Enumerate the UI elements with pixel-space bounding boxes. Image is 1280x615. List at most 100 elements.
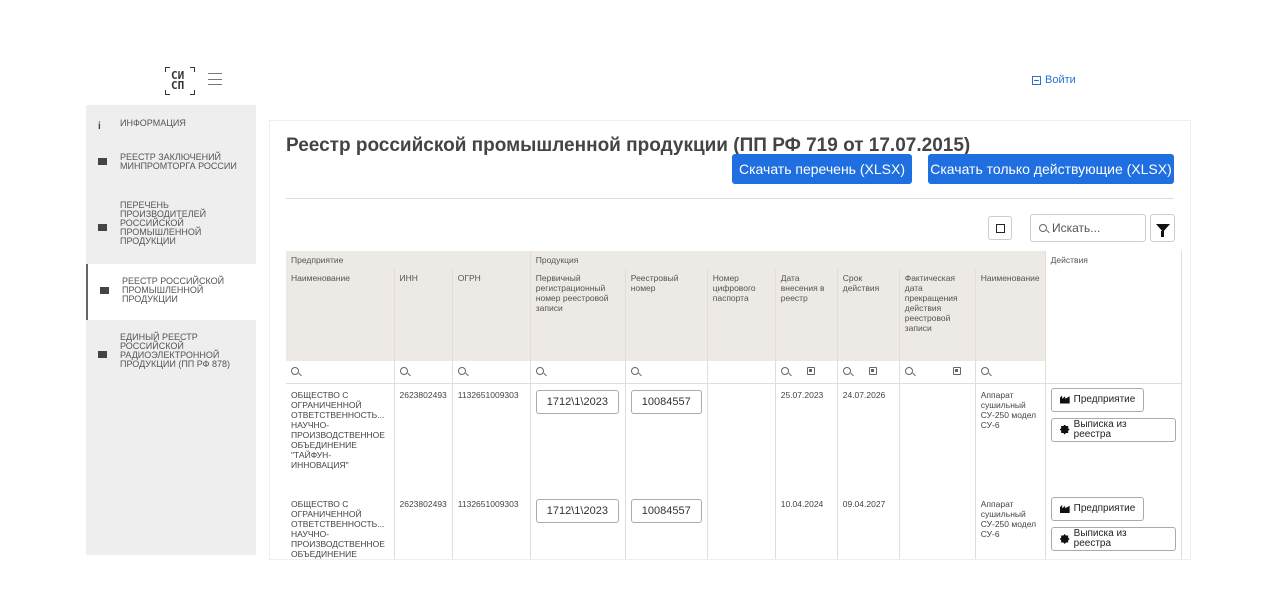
column-filter	[707, 361, 776, 384]
book-icon	[98, 224, 107, 231]
book-icon	[100, 287, 109, 294]
primary-number-button[interactable]: 1712\1\2023	[535, 499, 619, 523]
cell-added-date: 25.07.2023	[775, 383, 838, 493]
sidebar-item-label: ПЕРЕЧЕНЬ ПРОИЗВОДИТЕЛЕЙ РОССИЙСКОЙ ПРОМЫ…	[120, 200, 207, 246]
column-header[interactable]: Номер цифрового паспорта	[707, 269, 776, 361]
filter-icon	[1155, 224, 1170, 237]
column-header[interactable]: Фактическая дата прекращения действия ре…	[899, 269, 976, 361]
registry-number-button[interactable]: 10084557	[630, 389, 702, 414]
column-header[interactable]: Реестровый номер	[625, 269, 708, 361]
enterprise-button[interactable]: Предприятие	[1050, 387, 1145, 412]
login-icon	[1032, 75, 1041, 85]
search-icon	[1039, 224, 1047, 232]
column-header[interactable]: Первичный регистрационный номер реестров…	[530, 269, 626, 361]
column-header[interactable]: ИНН	[394, 269, 453, 361]
calendar-icon[interactable]	[868, 367, 877, 375]
factory-icon	[1059, 505, 1070, 513]
cell-inn: 2623802493	[394, 493, 453, 559]
registry-extract-button[interactable]: Выписка из реестра	[1050, 527, 1176, 551]
login-link[interactable]: Войти	[1032, 74, 1076, 86]
divider	[286, 198, 1174, 199]
top-bar: СИ СП Войти	[0, 0, 1280, 105]
enterprise-button-label: Предприятие	[1073, 393, 1136, 405]
cell-passport	[707, 493, 776, 559]
table-row: ОБЩЕСТВО С ОГРАНИЧЕННОЙ ОТВЕТСТВЕННОСТЬ.…	[286, 493, 1182, 559]
group-header-enterprise: Предприятие	[286, 251, 531, 269]
cell-valid-date: 24.07.2026	[837, 383, 900, 493]
calendar-icon[interactable]	[806, 367, 815, 375]
search-icon	[291, 367, 299, 375]
search-icon	[457, 367, 466, 375]
columns-icon	[995, 223, 1005, 233]
book-icon	[98, 158, 107, 165]
column-header[interactable]: Наименование	[975, 269, 1046, 361]
factory-icon	[1059, 395, 1070, 404]
column-filter[interactable]	[452, 361, 531, 384]
cell-name: ОБЩЕСТВО С ОГРАНИЧЕННОЙ ОТВЕТСТВЕННОСТЬ.…	[286, 493, 395, 559]
actions-header: Действия	[1045, 251, 1182, 361]
search-icon	[399, 367, 408, 375]
sidebar-item-label: РЕЕСТР ЗАКЛЮЧЕНИЙ МИНПРОМТОРГА РОССИИ	[120, 152, 237, 171]
hamburger-menu-icon[interactable]	[208, 73, 222, 85]
download-active-button[interactable]: Скачать только действующие (XLSX)	[928, 154, 1174, 184]
registry-table: Предприятие Продукция Действия Наименова…	[286, 251, 1182, 559]
search-icon	[842, 367, 851, 375]
column-filter[interactable]	[625, 361, 708, 384]
certificate-icon	[1059, 424, 1070, 435]
main-panel: Реестр российской промышленной продукции…	[269, 120, 1191, 560]
column-filter[interactable]	[394, 361, 453, 384]
sidebar-item-radioelectronic-registry[interactable]: ЕДИНЫЙ РЕЕСТР РОССИЙСКОЙ РАДИОЭЛЕКТРОННО…	[86, 333, 256, 375]
enterprise-button[interactable]: Предприятие	[1050, 497, 1145, 521]
search-icon	[904, 367, 913, 375]
cell-ended-date	[899, 383, 976, 493]
cell-inn: 2623802493	[394, 383, 453, 493]
cell-product-name: Аппарат сушильный СУ-250 модел СУ-6	[975, 493, 1046, 559]
sidebar-item-conclusions-registry[interactable]: РЕЕСТР ЗАКЛЮЧЕНИЙ МИНПРОМТОРГА РОССИИ	[86, 153, 256, 183]
login-label: Войти	[1045, 74, 1076, 86]
column-filter[interactable]	[775, 361, 838, 384]
registry-number-button[interactable]: 10084557	[630, 499, 702, 523]
enterprise-button-label: Предприятие	[1073, 503, 1136, 514]
column-filter[interactable]	[899, 361, 976, 384]
column-header[interactable]: ОГРН	[452, 269, 531, 361]
cell-name: ОБЩЕСТВО С ОГРАНИЧЕННОЙ ОТВЕТСТВЕННОСТЬ.…	[286, 383, 395, 493]
column-filter[interactable]	[837, 361, 900, 384]
cell-added-date: 10.04.2024	[775, 493, 838, 559]
sidebar-item-information[interactable]: i ИНФОРМАЦИЯ	[86, 119, 256, 141]
column-filter[interactable]	[286, 361, 395, 384]
sidebar-item-label: ИНФОРМАЦИЯ	[120, 118, 186, 128]
search-icon	[630, 367, 639, 375]
sidebar-item-manufacturers-list[interactable]: ПЕРЕЧЕНЬ ПРОИЗВОДИТЕЛЕЙ РОССИЙСКОЙ ПРОМЫ…	[86, 201, 256, 253]
copy-columns-button[interactable]	[988, 216, 1012, 240]
book-icon	[98, 351, 107, 358]
download-list-button[interactable]: Скачать перечень (XLSX)	[732, 154, 912, 184]
extract-button-label: Выписка из реестра	[1073, 528, 1127, 549]
column-filter[interactable]	[975, 361, 1046, 384]
calendar-icon[interactable]	[952, 367, 961, 375]
table-row: ОБЩЕСТВО С ОГРАНИЧЕННОЙ ОТВЕТСТВЕННОСТЬ.…	[286, 383, 1182, 493]
search-input[interactable]: Искать...	[1030, 214, 1146, 242]
column-header[interactable]: Наименование	[286, 269, 395, 361]
certificate-icon	[1059, 534, 1070, 544]
column-header[interactable]: Дата внесения в реестр	[775, 269, 838, 361]
registry-extract-button[interactable]: Выписка из реестра	[1050, 417, 1176, 442]
column-filter[interactable]	[530, 361, 626, 384]
cell-ogrn: 1132651009303	[452, 493, 531, 559]
primary-number-button[interactable]: 1712\1\2023	[535, 389, 619, 414]
group-header-product: Продукция	[530, 251, 1046, 269]
cell-valid-date: 09.04.2027	[837, 493, 900, 559]
info-icon: i	[98, 121, 101, 132]
cell-ogrn: 1132651009303	[452, 383, 531, 493]
sidebar-item-label: ЕДИНЫЙ РЕЕСТР РОССИЙСКОЙ РАДИОЭЛЕКТРОННО…	[120, 332, 231, 369]
column-header[interactable]: Срок действия	[837, 269, 900, 361]
search-icon	[780, 367, 789, 375]
sidebar-item-industrial-products-registry[interactable]: РЕЕСТР РОССИЙСКОЙ ПРОМЫШЛЕННОЙ ПРОДУКЦИИ	[86, 264, 256, 320]
sidebar-item-label: РЕЕСТР РОССИЙСКОЙ ПРОМЫШЛЕННОЙ ПРОДУКЦИИ	[122, 276, 225, 304]
cell-ended-date	[899, 493, 976, 559]
search-icon	[535, 367, 544, 375]
filter-button[interactable]	[1150, 214, 1175, 242]
logo[interactable]: СИ СП	[165, 67, 195, 95]
cell-passport	[707, 383, 776, 493]
cell-product-name: Аппарат сушильный СУ-250 модел СУ-6	[975, 383, 1046, 493]
extract-button-label: Выписка из реестра	[1073, 418, 1127, 440]
